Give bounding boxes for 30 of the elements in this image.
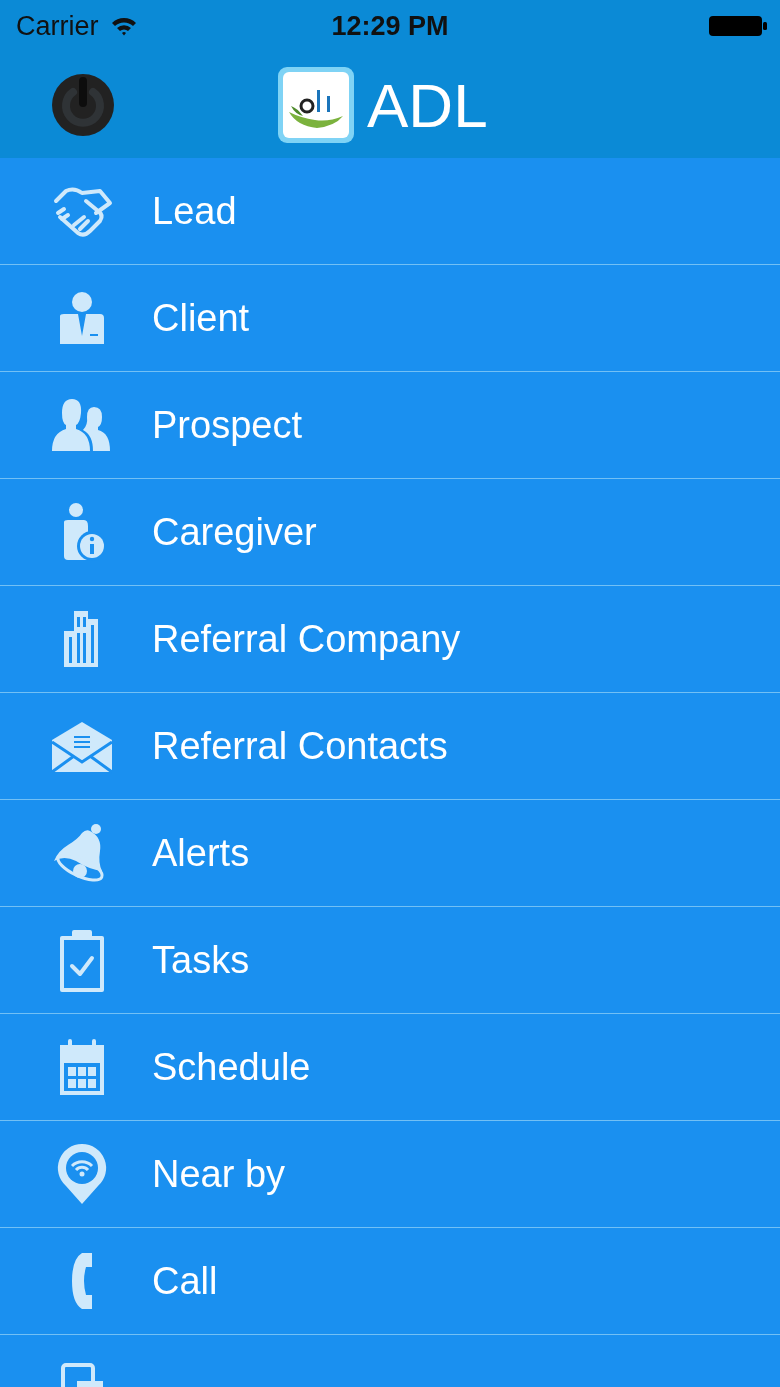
clock-time: 12:29 PM (331, 10, 449, 42)
menu-item[interactable]: Near by (0, 1121, 780, 1228)
menu-item[interactable]: Schedule (0, 1014, 780, 1121)
menu-label: Lead (152, 189, 237, 233)
menu-label: Referral Company (152, 617, 461, 661)
menu-item[interactable]: Lead (0, 158, 780, 265)
menu-label: Client (152, 296, 250, 340)
menu-label: Call (152, 1259, 218, 1303)
menu-label: Alerts (152, 831, 250, 875)
menu-label: Referral Contacts (152, 724, 448, 768)
menu-label: Tasks (152, 938, 250, 982)
menu-item[interactable]: Alerts (0, 800, 780, 907)
power-button[interactable] (50, 72, 116, 138)
menu-item[interactable]: Prospect (0, 372, 780, 479)
carrier-label: Carrier (16, 10, 99, 42)
menu-label: Schedule (152, 1045, 311, 1089)
phone-icon (70, 1251, 94, 1311)
menu-label: Near by (152, 1152, 286, 1196)
app-logo-icon (277, 66, 355, 144)
wifi-icon (110, 16, 137, 36)
menu-label: Caregiver (152, 510, 317, 554)
menu-item[interactable]: Client (0, 265, 780, 372)
menu-item[interactable]: Referral Company (0, 586, 780, 693)
menu-item[interactable]: Tasks (0, 907, 780, 1014)
menu-item[interactable]: Caregiver (0, 479, 780, 586)
app-title: ADL (367, 69, 488, 141)
menu-item[interactable]: Call (0, 1228, 780, 1335)
menu-item[interactable]: Referral Contacts (0, 693, 780, 800)
battery-icon (708, 14, 768, 38)
menu-label: Prospect (152, 403, 302, 447)
